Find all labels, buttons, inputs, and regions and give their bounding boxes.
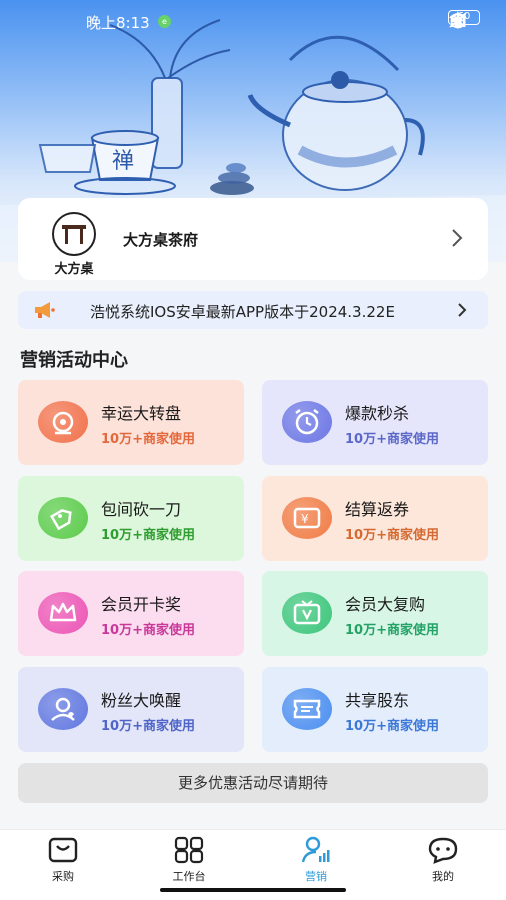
wifi-icon [449, 13, 467, 28]
tile-title: 幸运大转盘 [101, 404, 182, 423]
table-icon [62, 225, 86, 244]
activity-tile-member-card[interactable]: 会员开卡奖 10万+商家使用 [18, 571, 244, 656]
activity-tile-room-bargain[interactable]: 包间砍一刀 10万+商家使用 [18, 476, 244, 561]
megaphone-icon [35, 302, 55, 318]
tab-marketing[interactable]: 营销 [276, 836, 356, 884]
chat-face-icon [428, 837, 458, 864]
tile-subtitle: 10万+商家使用 [101, 623, 195, 638]
activity-tile-flash-sale[interactable]: 爆款秒杀 10万+商家使用 [262, 380, 488, 465]
activity-tile-fan-wakeup[interactable]: 粉丝大唤醒 10万+商家使用 [18, 667, 244, 752]
tab-mine[interactable]: 我的 [403, 836, 483, 884]
tab-label: 营销 [305, 870, 327, 883]
tile-subtitle: 10万+商家使用 [345, 528, 439, 543]
crown-icon [38, 592, 88, 634]
activity-tile-shareholder[interactable]: 共享股东 10万+商家使用 [262, 667, 488, 752]
grid-icon [174, 836, 204, 864]
tab-label: 工作台 [172, 870, 206, 883]
announcement-text: 浩悦系统IOS安卓最新APP版本于2024.3.22E [90, 303, 395, 321]
section-title: 营销活动中心 [20, 350, 128, 371]
svg-text:禅: 禅 [112, 149, 134, 174]
store-card[interactable]: 大方桌 大方桌茶府 [18, 198, 488, 280]
tile-title: 会员大复购 [345, 595, 426, 614]
ticket-icon [282, 688, 332, 730]
activity-tile-checkout-coupon[interactable]: ¥ 结算返券 10万+商家使用 [262, 476, 488, 561]
tab-purchase[interactable]: 采购 [23, 836, 103, 884]
tile-title: 包间砍一刀 [101, 500, 182, 519]
home-indicator [160, 888, 346, 892]
camera-icon [38, 401, 88, 443]
chevron-right-icon [452, 229, 463, 247]
more-activities-button[interactable]: 更多优惠活动尽请期待 [18, 763, 488, 803]
status-bar: 晚上8:13 e 60 [0, 0, 506, 44]
announcement-bar[interactable]: 浩悦系统IOS安卓最新APP版本于2024.3.22E [18, 291, 488, 329]
alarm-clock-icon [282, 401, 332, 443]
user-heart-icon [38, 688, 88, 730]
tab-workbench[interactable]: 工作台 [149, 836, 229, 884]
tile-subtitle: 10万+商家使用 [101, 528, 195, 543]
tab-label: 我的 [432, 870, 454, 883]
coupon-cut-icon [38, 497, 88, 539]
tile-subtitle: 10万+商家使用 [345, 432, 439, 447]
user-chart-icon [301, 836, 330, 863]
tile-subtitle: 10万+商家使用 [345, 623, 439, 638]
shopping-bag-icon [48, 837, 78, 863]
chevron-right-icon [458, 303, 467, 317]
activity-tile-repurchase[interactable]: 会员大复购 10万+商家使用 [262, 571, 488, 656]
yen-ticket-icon: ¥ [282, 497, 332, 539]
store-logo-text: 大方桌 [54, 262, 94, 277]
store-logo: 大方桌 [48, 212, 100, 277]
tab-label: 采购 [52, 870, 74, 883]
tile-subtitle: 10万+商家使用 [345, 719, 439, 734]
store-name: 大方桌茶府 [123, 231, 199, 249]
tile-subtitle: 10万+商家使用 [101, 719, 195, 734]
notification-dot-icon: e [158, 15, 171, 28]
tile-title: 共享股东 [345, 691, 410, 710]
tile-title: 会员开卡奖 [101, 595, 182, 614]
tv-v-icon [282, 592, 332, 634]
tile-title: 结算返券 [345, 500, 410, 519]
svg-text:¥: ¥ [301, 512, 309, 526]
status-time: 晚上8:13 [86, 14, 150, 32]
tile-title: 爆款秒杀 [345, 404, 410, 423]
tile-title: 粉丝大唤醒 [101, 691, 182, 710]
tile-subtitle: 10万+商家使用 [101, 432, 195, 447]
activity-tile-lucky-wheel[interactable]: 幸运大转盘 10万+商家使用 [18, 380, 244, 465]
